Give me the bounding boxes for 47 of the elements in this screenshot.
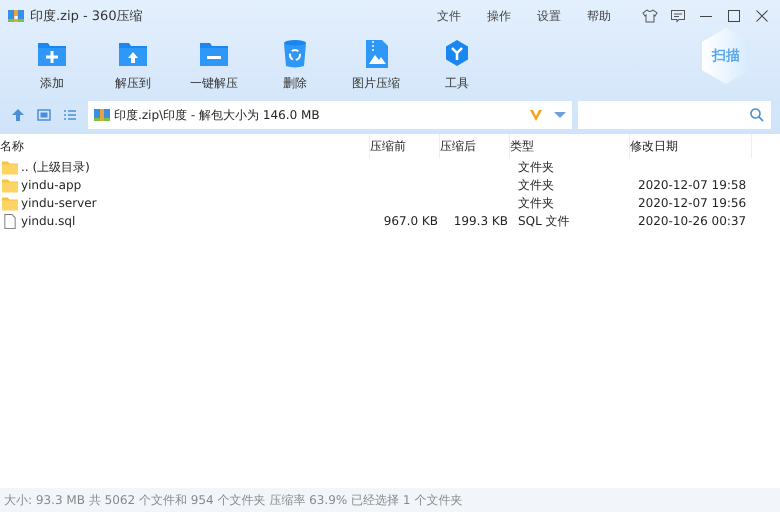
table-cell: 文件夹 bbox=[518, 178, 554, 192]
column-header[interactable]: 压缩前 bbox=[370, 134, 440, 158]
close-icon[interactable] bbox=[754, 8, 770, 24]
archive-icon bbox=[8, 8, 24, 24]
archive-icon bbox=[94, 107, 110, 123]
table-cell: 2020-12-07 19:56 bbox=[638, 196, 746, 210]
status-text: 大小: 93.3 MB 共 5062 个文件和 954 个文件夹 压缩率 63.9% 已经选择 1 个文件夹 bbox=[4, 492, 462, 508]
column-header[interactable]: 压缩后 bbox=[440, 134, 510, 158]
table-cell: SQL 文件 bbox=[518, 214, 570, 228]
table-cell: 文件夹 bbox=[518, 196, 554, 210]
table-cell: 199.3 KB bbox=[454, 214, 508, 228]
list-view-icon[interactable] bbox=[62, 107, 78, 123]
menu-item[interactable]: 操作 bbox=[476, 6, 522, 26]
toolbar-button[interactable]: 工具 bbox=[417, 32, 497, 100]
table-cell: 2020-12-07 19:58 bbox=[638, 178, 746, 192]
table-cell: 文件夹 bbox=[518, 160, 554, 174]
thumbnail-view-icon[interactable] bbox=[36, 107, 52, 123]
toolbar-button[interactable]: 添加 bbox=[12, 32, 92, 100]
v-logo-icon[interactable] bbox=[528, 107, 544, 123]
folder-icon bbox=[2, 178, 18, 192]
file-name: yindu-app bbox=[21, 178, 82, 192]
table-cell: 967.0 KB bbox=[384, 214, 438, 228]
search-field[interactable] bbox=[578, 101, 771, 129]
file-name: yindu-server bbox=[21, 196, 97, 210]
toolbar-button[interactable]: 图片压缩 bbox=[336, 32, 416, 100]
toolbar-button[interactable]: 解压到 bbox=[93, 32, 173, 100]
column-header[interactable]: 修改日期 bbox=[630, 134, 752, 158]
dropdown-icon[interactable] bbox=[554, 111, 566, 119]
shirt-icon[interactable] bbox=[642, 8, 658, 24]
search-icon[interactable] bbox=[749, 107, 765, 123]
maximize-icon[interactable] bbox=[726, 8, 742, 24]
file-name: .. (上级目录) bbox=[21, 158, 90, 176]
up-arrow-icon[interactable] bbox=[10, 107, 26, 123]
toolbar-button[interactable]: 一键解压 bbox=[174, 32, 254, 100]
menu-item[interactable]: 设置 bbox=[526, 6, 572, 26]
folder-icon bbox=[2, 196, 18, 210]
message-icon[interactable] bbox=[670, 8, 686, 24]
menu-item[interactable]: 文件 bbox=[426, 6, 472, 26]
address-field[interactable]: 印度.zip\印度 - 解包大小为 146.0 MB bbox=[88, 101, 572, 129]
column-header[interactable]: 类型 bbox=[510, 134, 630, 158]
window-title: 印度.zip - 360压缩 bbox=[30, 8, 143, 25]
file-name: yindu.sql bbox=[21, 214, 76, 228]
menu-item[interactable]: 帮助 bbox=[576, 6, 622, 26]
table-cell: 2020-10-26 00:37 bbox=[638, 214, 746, 228]
folder-icon bbox=[2, 160, 18, 174]
column-header[interactable]: 名称 bbox=[0, 134, 370, 158]
toolbar-button[interactable]: 删除 bbox=[255, 32, 335, 100]
